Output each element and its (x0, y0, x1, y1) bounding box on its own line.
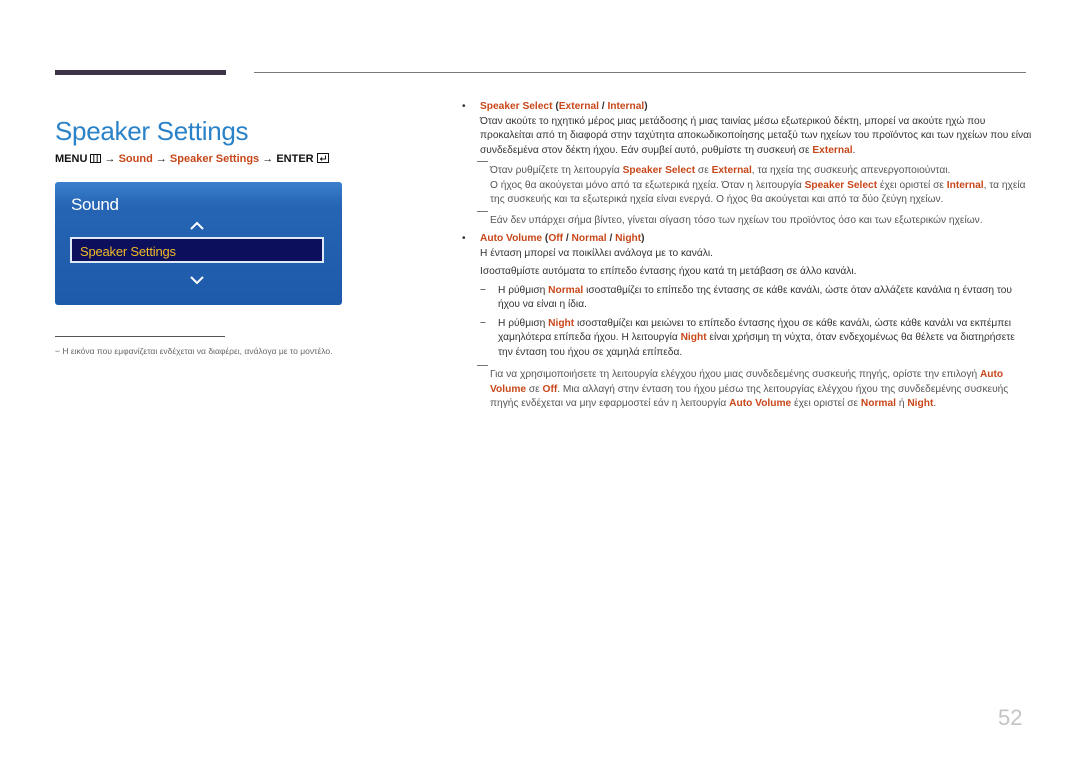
note-dash (477, 365, 488, 367)
auto-volume-night-item: − Η ρύθμιση Night ισοσταθμίζει και μειών… (462, 317, 1032, 361)
arrow: → (262, 153, 274, 165)
text: Ο ήχος θα ακούγεται μόνο από τα εξωτερικ… (490, 179, 805, 191)
bullet: • (462, 233, 466, 244)
speaker-select-description: Όταν ακούτε το ηχητικό μέρος μιας μετάδο… (462, 115, 1032, 159)
highlight-night: Night (680, 332, 707, 343)
auto-volume-desc-2: Ισοσταθμίστε αυτόματα το επίπεδο έντασης… (480, 266, 857, 277)
text: . (852, 144, 856, 156)
chevron-down-icon[interactable] (189, 272, 205, 290)
paren: ) (644, 101, 648, 112)
minus: − (480, 284, 486, 296)
option-external: External (558, 101, 599, 112)
auto-volume-desc-1: Η ένταση μπορεί να ποικίλλει ανάλογα με … (480, 247, 713, 259)
text: . (933, 398, 937, 409)
content-column: • Speaker Select (External / Internal) Ό… (462, 100, 1032, 412)
page-number: 52 (998, 705, 1023, 730)
highlight-night: Night (548, 317, 575, 329)
highlight-off: Off (542, 383, 558, 395)
highlight-external: External (711, 165, 752, 176)
menu-grid-icon (90, 154, 102, 166)
osd-selected-label: Speaker Settings (80, 244, 176, 259)
text: ή (896, 398, 908, 409)
footnote-rule (55, 336, 225, 337)
text: σε (695, 165, 712, 176)
text: έχει οριστεί σε (877, 179, 947, 191)
highlight-night: Night (907, 398, 934, 409)
bullet: • (462, 101, 466, 112)
text: Η ρύθμιση (498, 284, 549, 296)
speaker-select-note-2: Εάν δεν υπάρχει σήμα βίντεο, γίνεται σίγ… (462, 210, 1032, 229)
arrow: → (104, 153, 116, 165)
minus: − (480, 317, 486, 329)
highlight-external: External (812, 144, 853, 156)
menu-label: MENU (55, 153, 88, 165)
highlight-speaker-select: Speaker Select (622, 165, 696, 176)
chevron-up-icon[interactable] (189, 218, 205, 236)
highlight-normal: Normal (860, 398, 896, 409)
highlight-normal: Normal (548, 284, 584, 296)
text: Εάν δεν υπάρχει σήμα βίντεο, γίνεται σίγ… (490, 214, 983, 226)
highlight-internal: Internal (946, 179, 984, 191)
option-internal: Internal (607, 101, 645, 112)
text: Η ρύθμιση (498, 317, 549, 329)
speaker-select-heading: • Speaker Select (External / Internal) (462, 100, 1032, 115)
text: έχει οριστεί σε (791, 398, 861, 409)
auto-volume-note: Για να χρησιμοποιήσετε τη λειτουργία ελέ… (462, 365, 1032, 412)
paren: ) (641, 233, 645, 244)
menu-path: MENU → Sound → Speaker Settings → ENTER (55, 153, 329, 166)
text: , τα ηχεία της συσκευής απενεργοποιούντα… (751, 165, 951, 176)
speaker-select-name: Speaker Select (480, 101, 553, 112)
auto-volume-normal-item: − Η ρύθμιση Normal ισοσταθμίζει το επίπε… (462, 284, 1032, 313)
footnote: − Η εικόνα που εμφανίζεται ενδέχεται να … (55, 346, 332, 356)
option-normal: Normal (571, 233, 607, 244)
enter-icon (316, 153, 329, 166)
note-dash (477, 161, 488, 163)
slash: / (606, 233, 616, 244)
arrow: → (155, 153, 167, 165)
highlight-speaker-select: Speaker Select (804, 179, 878, 191)
menu-path-sound: Sound (118, 153, 153, 165)
menu-path-speaker-settings: Speaker Settings (169, 153, 260, 165)
text: Για να χρησιμοποιήσετε τη λειτουργία ελέ… (490, 369, 980, 380)
footnote-dash: − (55, 346, 60, 356)
osd-selected-item[interactable]: Speaker Settings (70, 237, 324, 263)
auto-volume-name: Auto Volume (480, 233, 543, 244)
speaker-select-note-1: Όταν ρυθμίζετε τη λειτουργία Speaker Sel… (462, 161, 1032, 208)
highlight-auto-volume: Auto Volume (729, 398, 792, 409)
page-title: Speaker Settings (55, 116, 249, 147)
option-off: Off (548, 233, 564, 244)
option-night: Night (615, 233, 642, 244)
osd-title: Sound (71, 195, 119, 214)
text: Όταν ακούτε το ηχητικό μέρος μιας μετάδο… (480, 115, 1032, 156)
text: Όταν ρυθμίζετε τη λειτουργία (490, 165, 623, 176)
osd-menu-panel: Sound Speaker Settings (55, 182, 342, 305)
enter-label: ENTER (276, 153, 314, 165)
slash: / (563, 233, 572, 244)
note-dash (477, 210, 488, 213)
footnote-text: Η εικόνα που εμφανίζεται ενδέχεται να δι… (62, 346, 333, 356)
header-rule (254, 72, 1026, 73)
auto-volume-heading: • Auto Volume (Off / Normal / Night) (462, 232, 1032, 247)
header-accent-bar (55, 70, 226, 75)
text: σε (526, 383, 543, 395)
